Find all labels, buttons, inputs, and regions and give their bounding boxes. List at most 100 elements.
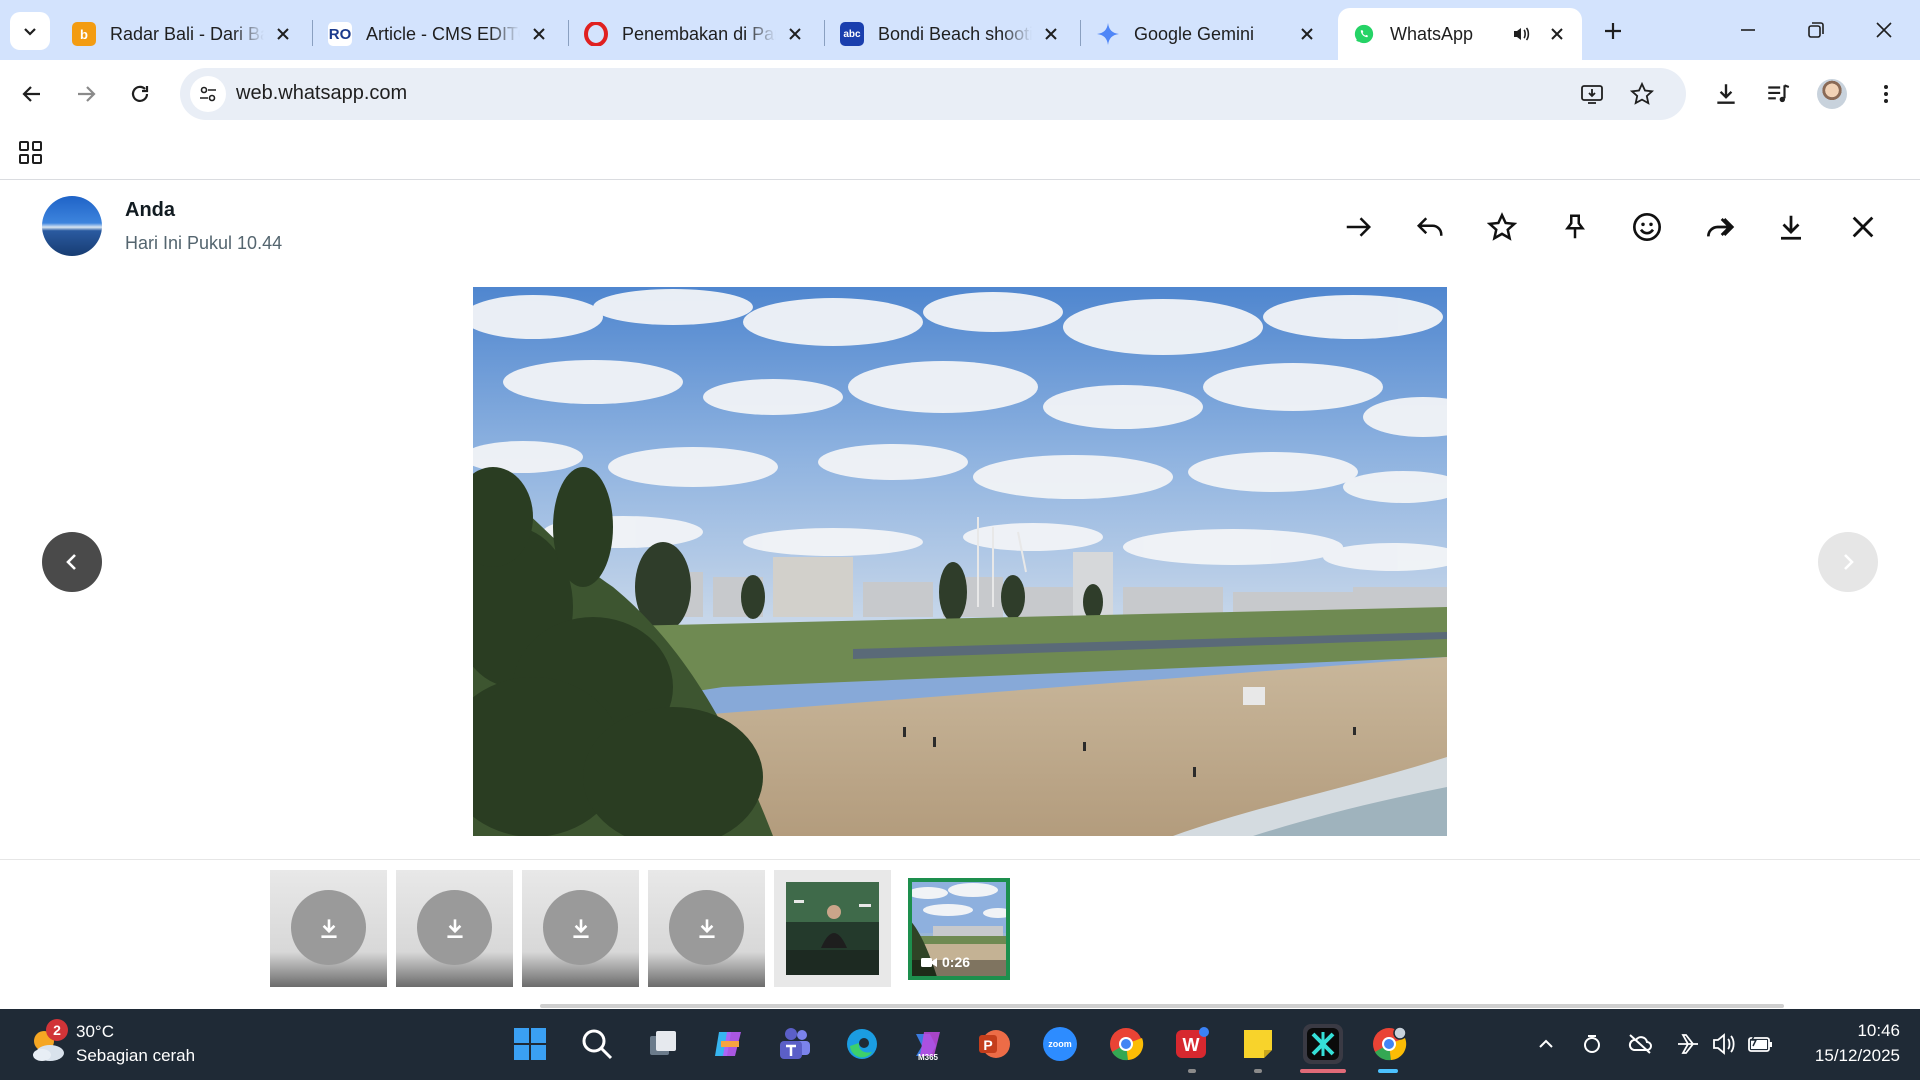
restore-button[interactable] bbox=[1788, 10, 1844, 50]
cloud-off-icon bbox=[1628, 1034, 1652, 1054]
start-button[interactable] bbox=[510, 1024, 550, 1064]
browser-toolbar: web.whatsapp.com bbox=[0, 60, 1920, 128]
svg-text:M365: M365 bbox=[918, 1053, 939, 1062]
media-thumbnail[interactable] bbox=[396, 870, 513, 987]
running-indicator bbox=[1254, 1069, 1262, 1073]
back-button[interactable] bbox=[12, 74, 52, 114]
pin-icon bbox=[1565, 214, 1585, 239]
battery-tray-icon[interactable] bbox=[1746, 1030, 1774, 1058]
media-thumbnail[interactable] bbox=[648, 870, 765, 987]
reply-icon bbox=[1416, 217, 1443, 236]
bookmark-star-button[interactable] bbox=[1624, 76, 1660, 112]
previous-media-button[interactable] bbox=[42, 532, 102, 592]
m365-app[interactable]: M365 bbox=[908, 1024, 948, 1064]
close-icon[interactable] bbox=[272, 23, 294, 45]
forward-button[interactable] bbox=[1699, 207, 1739, 247]
wps-app[interactable]: W bbox=[1172, 1024, 1212, 1064]
media-thumbnail-selected[interactable]: 0:26 bbox=[908, 878, 1010, 980]
downloads-button[interactable] bbox=[1706, 74, 1746, 114]
playlist-music-icon bbox=[1768, 84, 1790, 103]
powerpoint-app[interactable]: P bbox=[974, 1024, 1014, 1064]
chrome-app[interactable] bbox=[1106, 1024, 1146, 1064]
media-thumbnail[interactable] bbox=[270, 870, 387, 987]
powerpoint-icon: P bbox=[979, 1030, 1010, 1058]
cloud-offline-tray-icon[interactable] bbox=[1626, 1030, 1654, 1058]
video-duration-badge: 0:26 bbox=[920, 954, 970, 970]
pin-button[interactable] bbox=[1555, 207, 1595, 247]
minimize-button[interactable] bbox=[1720, 10, 1776, 50]
close-viewer-button[interactable] bbox=[1843, 207, 1883, 247]
airplane-mode-tray-icon[interactable] bbox=[1674, 1030, 1702, 1058]
tab-title: Penembakan di Pantai Bondi bbox=[622, 23, 776, 44]
media-thumbnail[interactable] bbox=[522, 870, 639, 987]
reply-button[interactable] bbox=[1410, 207, 1450, 247]
download-thumbnail-button[interactable] bbox=[669, 890, 744, 965]
sync-tray-icon[interactable] bbox=[1578, 1030, 1606, 1058]
media-viewer: Anda Hari Ini Pukul 10.44 0:26 bbox=[0, 181, 1920, 1009]
close-icon[interactable] bbox=[1296, 23, 1318, 45]
clock-date: 15/12/2025 bbox=[1814, 1046, 1900, 1065]
capcut-app[interactable] bbox=[1303, 1024, 1343, 1064]
apps-grid-button[interactable] bbox=[16, 138, 46, 168]
install-app-button[interactable] bbox=[1574, 76, 1610, 112]
download-thumbnail-button[interactable] bbox=[291, 890, 366, 965]
download-thumbnail-button[interactable] bbox=[543, 890, 618, 965]
media-controls-button[interactable] bbox=[1758, 74, 1798, 114]
copilot-icon bbox=[715, 1032, 741, 1056]
close-icon[interactable] bbox=[784, 23, 806, 45]
close-icon bbox=[1852, 216, 1874, 238]
sticky-notes-app[interactable] bbox=[1238, 1024, 1278, 1064]
tab-search-button[interactable] bbox=[10, 12, 50, 50]
taskbar-search-button[interactable] bbox=[577, 1024, 617, 1064]
task-view-button[interactable] bbox=[643, 1024, 683, 1064]
forward-button[interactable] bbox=[66, 74, 106, 114]
go-to-message-button[interactable] bbox=[1338, 207, 1378, 247]
close-icon[interactable] bbox=[528, 23, 550, 45]
browser-tab-strip: b Radar Bali - Dari Bali Untuk Indonesia… bbox=[0, 0, 1920, 60]
media-thumbnail[interactable] bbox=[774, 870, 891, 987]
star-icon bbox=[1487, 212, 1517, 241]
tab-cms-editor[interactable]: RO Article - CMS EDITOR bbox=[314, 8, 564, 60]
close-icon bbox=[1876, 22, 1892, 38]
react-button[interactable] bbox=[1627, 207, 1667, 247]
download-thumbnail-button[interactable] bbox=[417, 890, 492, 965]
close-icon[interactable] bbox=[1546, 23, 1568, 45]
teams-app[interactable] bbox=[775, 1024, 815, 1064]
next-media-button[interactable] bbox=[1818, 532, 1878, 592]
browser-menu-button[interactable] bbox=[1866, 74, 1906, 114]
profile-button[interactable] bbox=[1812, 74, 1852, 114]
download-icon bbox=[1717, 84, 1735, 104]
window-close-button[interactable] bbox=[1856, 10, 1912, 50]
reload-button[interactable] bbox=[120, 74, 160, 114]
edge-app[interactable] bbox=[842, 1024, 882, 1064]
speaker-icon[interactable] bbox=[1510, 23, 1532, 45]
tab-title: WhatsApp bbox=[1390, 23, 1474, 44]
sender-name: Anda bbox=[125, 199, 175, 221]
tab-whatsapp[interactable]: WhatsApp bbox=[1338, 8, 1582, 60]
tab-penembakan[interactable]: Penembakan di Pantai Bondi bbox=[570, 8, 820, 60]
star-message-button[interactable] bbox=[1482, 207, 1522, 247]
chrome-profile-app[interactable] bbox=[1369, 1024, 1409, 1064]
media-video[interactable] bbox=[473, 287, 1447, 836]
tab-bondi-beach[interactable]: abc Bondi Beach shooting bbox=[826, 8, 1076, 60]
new-tab-button[interactable] bbox=[1596, 14, 1630, 48]
tab-radar-bali[interactable]: b Radar Bali - Dari Bali Untuk Indonesia bbox=[58, 8, 308, 60]
reload-icon bbox=[131, 85, 149, 102]
thumbnail-scrollbar[interactable] bbox=[540, 1004, 1784, 1008]
close-icon[interactable] bbox=[1040, 23, 1062, 45]
sender-avatar[interactable] bbox=[42, 196, 102, 256]
address-bar[interactable]: web.whatsapp.com bbox=[180, 68, 1686, 120]
copilot-app[interactable] bbox=[709, 1024, 749, 1064]
zoom-app[interactable]: zoom bbox=[1040, 1024, 1080, 1064]
svg-text:zoom: zoom bbox=[1048, 1039, 1072, 1049]
download-button[interactable] bbox=[1771, 207, 1811, 247]
emoji-icon bbox=[1633, 213, 1661, 241]
url-text[interactable]: web.whatsapp.com bbox=[236, 82, 407, 105]
volume-tray-icon[interactable] bbox=[1710, 1030, 1738, 1058]
site-info-button[interactable] bbox=[190, 76, 226, 112]
sync-icon bbox=[1584, 1035, 1600, 1053]
tab-gemini[interactable]: Google Gemini bbox=[1082, 8, 1332, 60]
show-hidden-icons-button[interactable] bbox=[1532, 1030, 1560, 1058]
windows-taskbar: 2 30°C Sebagian cerah M365 P zoom W 10:4… bbox=[0, 1009, 1920, 1080]
capcut-icon bbox=[1307, 1028, 1339, 1060]
